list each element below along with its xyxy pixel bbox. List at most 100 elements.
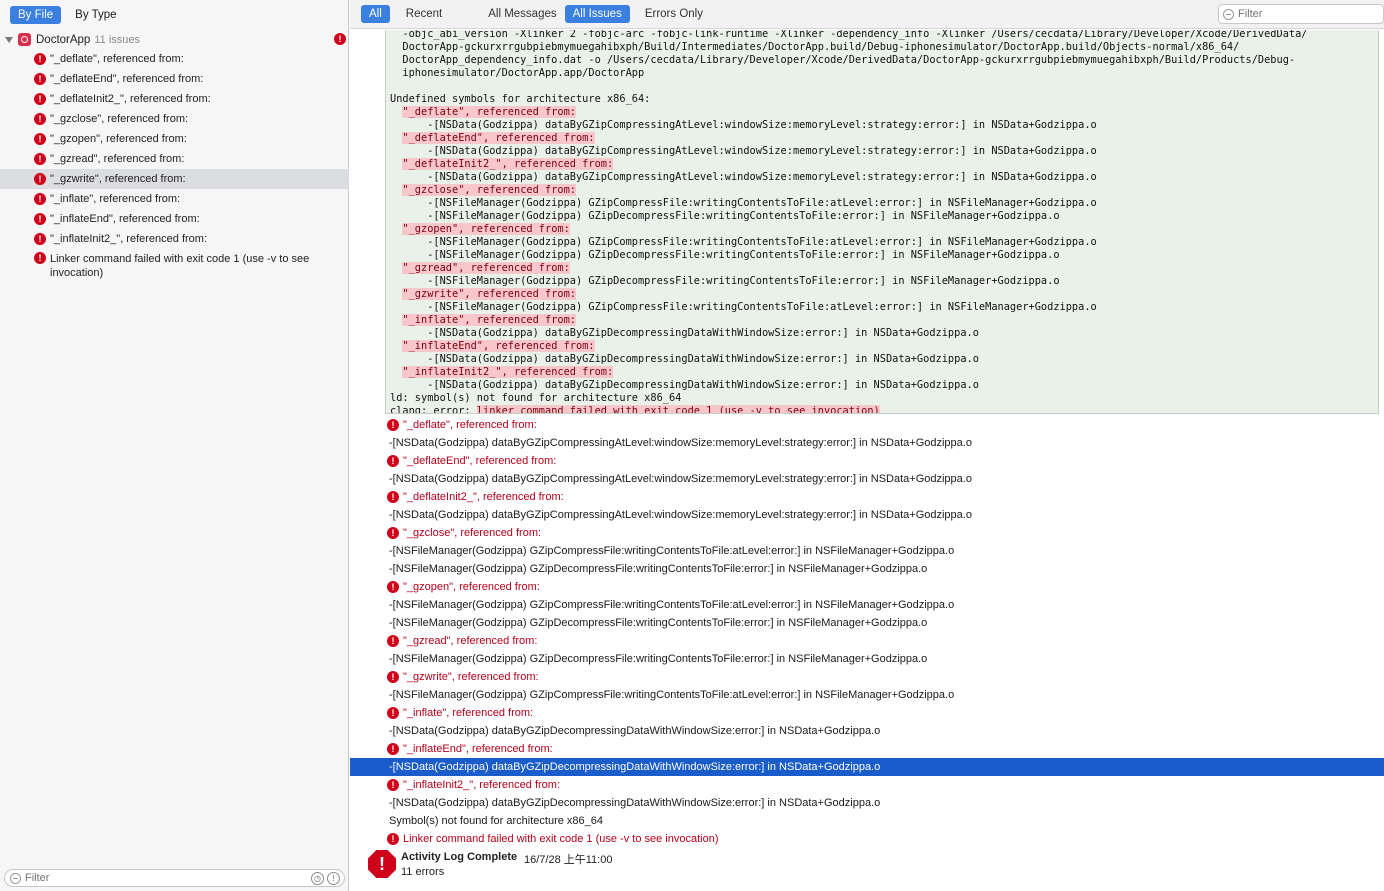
- issue-item[interactable]: ! "_gzopen", referenced from:: [0, 129, 349, 149]
- transcript-line: -[NSFileManager(Godzippa) GZipCompressFi…: [390, 301, 1097, 313]
- issue-item[interactable]: ! "_deflateEnd", referenced from:: [0, 69, 349, 89]
- transcript-line: -[NSFileManager(Godzippa) GZipCompressFi…: [390, 197, 1097, 209]
- message-line[interactable]: -[NSData(Godzippa) dataByGZipCompressing…: [350, 470, 1384, 488]
- transcript-line: iphonesimulator/DoctorApp.app/DoctorApp: [390, 67, 645, 79]
- tab-recent[interactable]: Recent: [398, 5, 450, 23]
- issue-item[interactable]: ! "_inflateInit2_", referenced from:: [0, 229, 349, 249]
- transcript-line: -[NSFileManager(Godzippa) GZipDecompress…: [390, 249, 1060, 261]
- error-icon: !: [34, 233, 46, 245]
- transcript-line: -[NSData(Godzippa) dataByGZipDecompressi…: [390, 327, 979, 339]
- transcript-line: -[NSFileManager(Godzippa) GZipDecompress…: [390, 210, 1060, 222]
- error-text: "_inflate", referenced from:: [403, 707, 534, 719]
- error-icon: !: [34, 213, 46, 225]
- error-message[interactable]: ! "_inflateEnd", referenced from:: [350, 740, 1384, 758]
- highlighted-error: linker command failed with exit code 1 (…: [476, 405, 880, 413]
- message-line[interactable]: -[NSFileManager(Godzippa) GZipCompressFi…: [350, 686, 1384, 704]
- error-text: "_deflateEnd", referenced from:: [403, 455, 557, 467]
- highlighted-error: "_gzread", referenced from:: [402, 262, 570, 274]
- error-icon: !: [387, 833, 399, 845]
- transcript-line: "_gzwrite", referenced from:: [390, 288, 576, 301]
- project-row[interactable]: DoctorApp 11 issues !: [0, 31, 349, 48]
- message-line[interactable]: -[NSData(Godzippa) dataByGZipCompressing…: [350, 506, 1384, 524]
- error-message[interactable]: ! "_gzopen", referenced from:: [350, 578, 1384, 596]
- transcript-line: -[NSData(Godzippa) dataByGZipDecompressi…: [390, 379, 979, 391]
- issue-label: "_gzclose", referenced from:: [50, 113, 189, 125]
- error-icon: !: [34, 93, 46, 105]
- error-icon: !: [387, 671, 399, 683]
- issue-item[interactable]: ! "_gzwrite", referenced from:: [0, 169, 349, 189]
- transcript-line: DoctorApp-gckurxrrgubpiebmymuegahibxph/B…: [390, 41, 1240, 53]
- transcript-line: "_inflateEnd", referenced from:: [390, 340, 595, 353]
- transcript-line: clang: error: linker command failed with…: [390, 405, 880, 413]
- issue-item[interactable]: ! "_deflateInit2_", referenced from:: [0, 89, 349, 109]
- tab-all[interactable]: All: [361, 5, 390, 23]
- highlighted-error: "_inflateEnd", referenced from:: [402, 340, 595, 352]
- error-message[interactable]: ! Linker command failed with exit code 1 …: [350, 830, 1384, 848]
- tab-all-issues[interactable]: All Issues: [564, 5, 630, 23]
- tab-errors-only[interactable]: Errors Only: [637, 5, 711, 23]
- message-line[interactable]: -[NSData(Godzippa) dataByGZipCompressing…: [350, 434, 1384, 452]
- error-icon: !: [34, 133, 46, 145]
- disclosure-triangle-icon[interactable]: [5, 36, 13, 43]
- error-icon: !: [34, 53, 46, 65]
- issue-item[interactable]: ! "_inflateEnd", referenced from:: [0, 209, 349, 229]
- build-log[interactable]: -objc_abi_version -Xlinker 2 -fobjc-arc …: [350, 30, 1384, 891]
- message-line[interactable]: -[NSData(Godzippa) dataByGZipDecompressi…: [350, 722, 1384, 740]
- issue-item[interactable]: ! "_inflate", referenced from:: [0, 189, 349, 209]
- error-icon: !: [387, 491, 399, 503]
- log-filter[interactable]: [1218, 4, 1384, 24]
- navigator-filter[interactable]: ◷ !: [4, 869, 345, 887]
- highlighted-error: "_gzclose", referenced from:: [402, 184, 576, 196]
- error-icon: !: [34, 73, 46, 85]
- error-message[interactable]: ! "_inflate", referenced from:: [350, 704, 1384, 722]
- log-filter-input[interactable]: [1238, 8, 1368, 20]
- issue-label: "_deflateInit2_", referenced from:: [50, 93, 211, 105]
- error-message[interactable]: ! "_gzread", referenced from:: [350, 632, 1384, 650]
- filter-icon: [1223, 8, 1234, 20]
- xcode-report-navigator: By File By Type DoctorApp 11 issues ! ! "…: [0, 0, 1384, 891]
- issue-item[interactable]: ! "_gzclose", referenced from:: [0, 109, 349, 129]
- summary-title: Activity Log Complete: [401, 851, 518, 863]
- tab-all-messages[interactable]: All Messages: [480, 5, 564, 23]
- issue-filter-icon[interactable]: !: [327, 872, 340, 885]
- transcript-line: ld: symbol(s) not found for architecture…: [390, 392, 682, 404]
- error-message[interactable]: ! "_gzwrite", referenced from:: [350, 668, 1384, 686]
- message-line[interactable]: -[NSFileManager(Godzippa) GZipCompressFi…: [350, 596, 1384, 614]
- tab-by-type[interactable]: By Type: [67, 6, 124, 24]
- message-line[interactable]: -[NSFileManager(Godzippa) GZipDecompress…: [350, 614, 1384, 632]
- message-line[interactable]: -[NSFileManager(Godzippa) GZipDecompress…: [350, 650, 1384, 668]
- highlighted-error: "_gzwrite", referenced from:: [402, 288, 576, 300]
- error-message[interactable]: ! "_gzclose", referenced from:: [350, 524, 1384, 542]
- issue-item[interactable]: ! "_gzread", referenced from:: [0, 149, 349, 169]
- message-line[interactable]: Symbol(s) not found for architecture x86…: [350, 812, 1384, 830]
- issue-item[interactable]: ! "_deflate", referenced from:: [0, 49, 349, 69]
- error-message[interactable]: ! "_inflateInit2_", referenced from:: [350, 776, 1384, 794]
- issue-label: "_deflateEnd", referenced from:: [50, 73, 204, 85]
- transcript-line: DoctorApp_dependency_info.dat -o /Users/…: [390, 54, 1296, 66]
- error-message[interactable]: ! "_deflateInit2_", referenced from:: [350, 488, 1384, 506]
- error-message[interactable]: ! "_deflateEnd", referenced from:: [350, 452, 1384, 470]
- error-icon: !: [387, 779, 399, 791]
- issue-label: "_inflate", referenced from:: [50, 193, 181, 205]
- navigator-filter-input[interactable]: [25, 872, 295, 884]
- recent-filter-icon[interactable]: ◷: [311, 872, 324, 885]
- transcript-line: -[NSFileManager(Godzippa) GZipDecompress…: [390, 275, 1060, 287]
- message-line[interactable]: -[NSFileManager(Godzippa) GZipDecompress…: [350, 560, 1384, 578]
- issue-navigator: By File By Type DoctorApp 11 issues ! ! "…: [0, 0, 349, 891]
- issue-item[interactable]: ! Linker command failed with exit code 1 …: [0, 249, 349, 279]
- highlighted-error: "_inflateInit2_", referenced from:: [402, 366, 614, 378]
- build-transcript[interactable]: -objc_abi_version -Xlinker 2 -fobjc-arc …: [385, 30, 1379, 414]
- highlighted-error: "_gzopen", referenced from:: [402, 223, 570, 235]
- issue-label: "_inflateEnd", referenced from:: [50, 213, 200, 225]
- activity-log-summary: ! Activity Log Complete 16/7/28 上午11:00 …: [350, 847, 1384, 887]
- tab-by-file[interactable]: By File: [10, 5, 62, 24]
- message-line[interactable]: -[NSData(Godzippa) dataByGZipDecompressi…: [350, 758, 1384, 776]
- message-line[interactable]: -[NSData(Godzippa) dataByGZipDecompressi…: [350, 794, 1384, 812]
- error-icon: !: [387, 635, 399, 647]
- error-text: "_gzwrite", referenced from:: [403, 671, 539, 683]
- error-message[interactable]: ! "_deflate", referenced from:: [350, 416, 1384, 434]
- issue-label: "_gzopen", referenced from:: [50, 133, 187, 145]
- log-filter-bar: All Recent All Messages All Issues Error…: [350, 0, 1384, 29]
- transcript-line: "_deflate", referenced from:: [390, 106, 576, 119]
- message-line[interactable]: -[NSFileManager(Godzippa) GZipCompressFi…: [350, 542, 1384, 560]
